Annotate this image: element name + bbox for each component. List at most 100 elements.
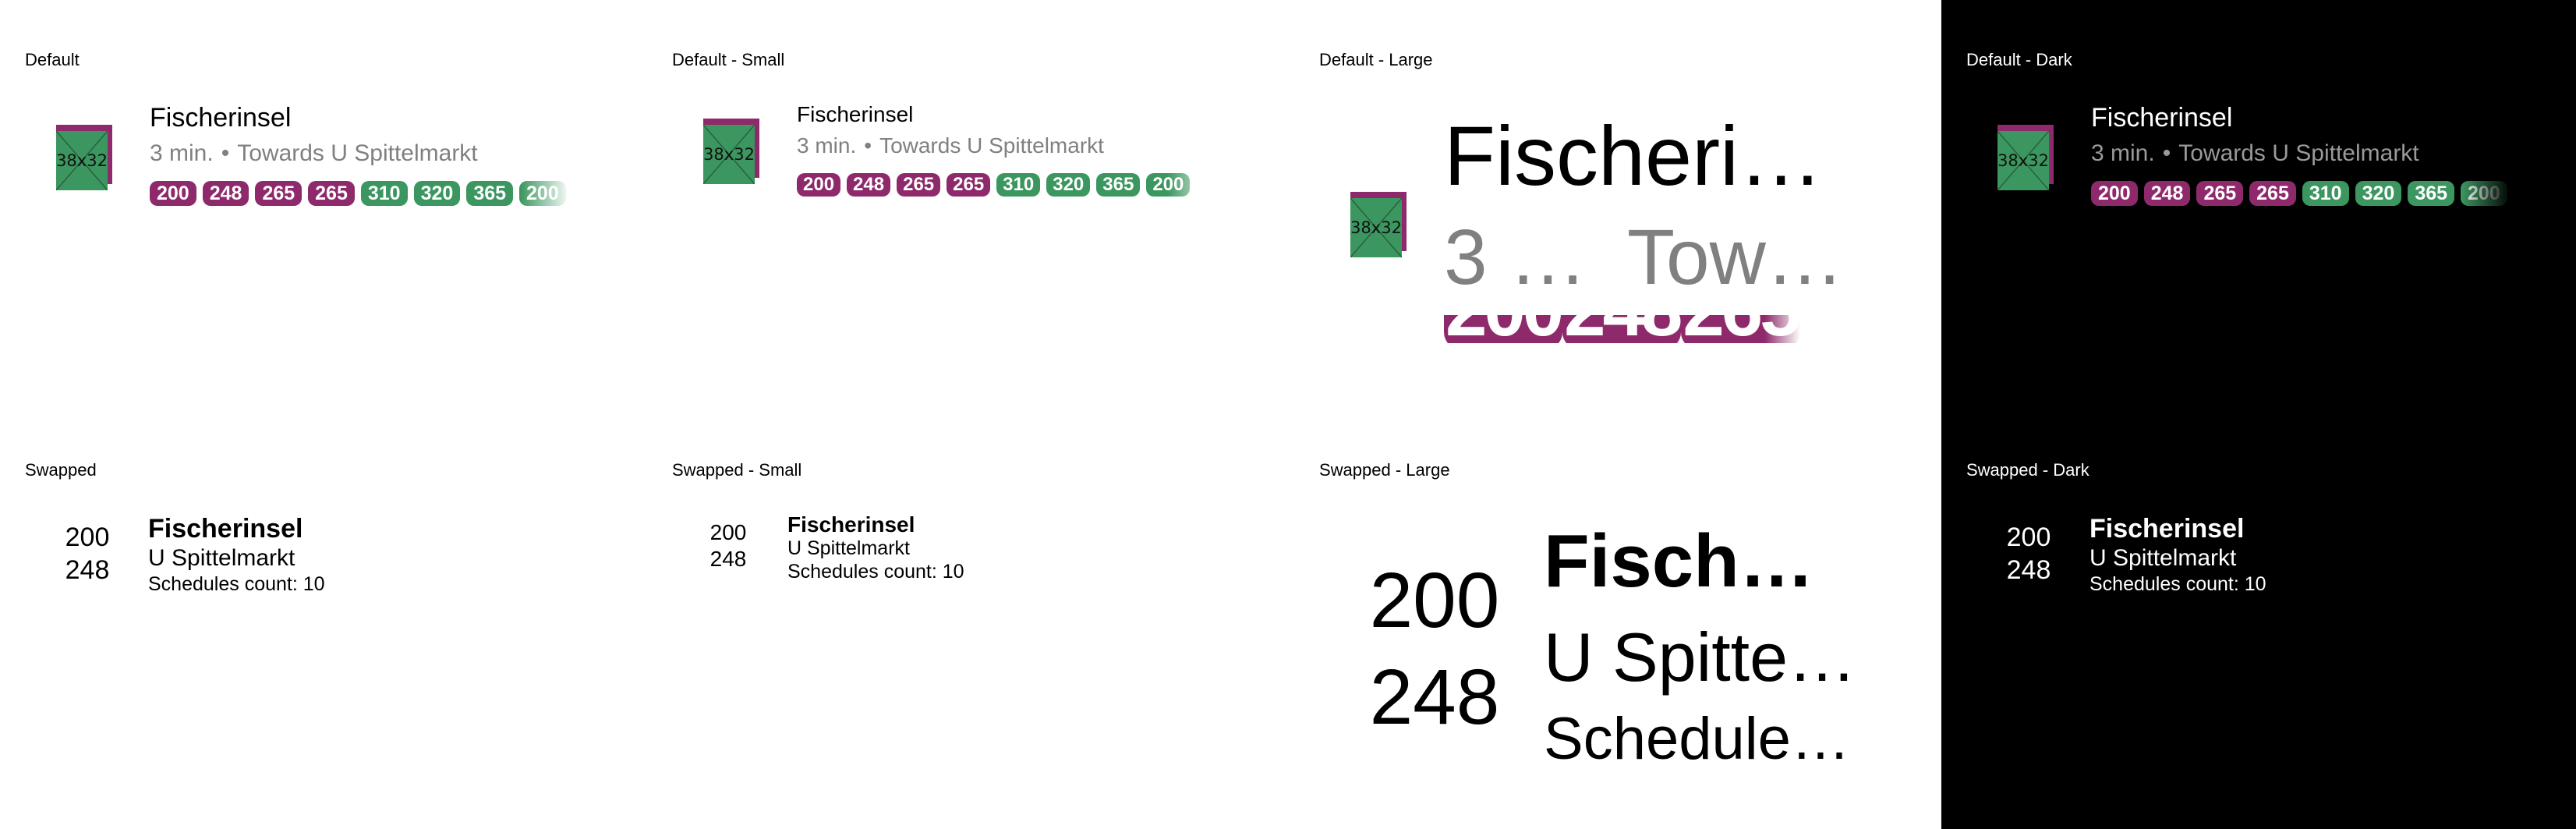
image-placeholder-icon: 38x32 — [1997, 125, 2054, 190]
line-badges: 200 248 265 265 310 320 365 200 — [150, 179, 571, 207]
image-placeholder-icon: 38x32 — [703, 119, 759, 184]
separator-dot: • — [864, 133, 872, 158]
placeholder-size-label: 38x32 — [703, 145, 755, 164]
stop-title: Fischerinsel — [2091, 103, 2233, 133]
image-placeholder-icon: 38x32 — [56, 125, 112, 190]
schedules-count: Schedules count: 10 — [2089, 573, 2266, 595]
line-badge: 265 — [1681, 315, 1802, 343]
line-numbers: 200 248 — [703, 519, 753, 572]
placeholder-front-square: 38x32 — [56, 131, 108, 190]
direction: Towards U Spittelmarkt — [879, 133, 1104, 158]
line-numbers: 200 248 — [1357, 552, 1513, 746]
line-badge: 200 — [2461, 181, 2507, 206]
stop-subtitle: 3 min. • Towards U Spittelmarkt — [150, 139, 478, 168]
stop-title: Fischerinsel — [787, 512, 915, 537]
line-badge: 200 — [1146, 173, 1191, 197]
placeholder-front-square: 38x32 — [1997, 131, 2049, 190]
line-number: 200 — [65, 523, 110, 552]
line-badges: 200248265 — [1444, 315, 1802, 343]
direction: Towards U Spittelmarkt — [2178, 140, 2419, 166]
line-badges: 200 248 265 265 310 320 365 200 — [2091, 179, 2512, 207]
placeholder-size-label: 38x32 — [1350, 218, 1402, 237]
line-badge: 200 — [1444, 315, 1564, 343]
panel-swapped-large: Swapped - Large 200 248 Fischerinsel U S… — [1294, 413, 1941, 829]
line-number: 200 — [1369, 557, 1500, 644]
placeholder-front-square: 38x32 — [703, 125, 755, 184]
schedules-count: Schedules count: 10 — [1544, 706, 1863, 772]
panel-caption: Default - Dark — [1966, 50, 2072, 69]
line-badge: 265 — [897, 173, 941, 197]
line-badge: 320 — [1046, 173, 1091, 197]
stop-subtitle: 3 min.Towards U Spittelmarkt — [1444, 211, 1857, 304]
stop-subtitle: U Spittelmarkt — [787, 537, 910, 559]
panel-default-large: Default - Large 38x32 Fischerinsel 3 min… — [1294, 0, 1941, 413]
line-badge: 310 — [996, 173, 1041, 197]
stop-subtitle: U Spittelmarkt — [1544, 618, 1863, 696]
panel-caption: Swapped - Large — [1319, 460, 1450, 480]
panel-caption: Swapped - Dark — [1966, 460, 2089, 480]
line-badge: 248 — [2143, 181, 2191, 206]
panel-swapped: Swapped 200 248 Fischerinsel U Spittelma… — [0, 413, 647, 829]
placeholder-size-label: 38x32 — [56, 151, 108, 170]
distance: 3 min. — [150, 140, 214, 166]
line-badge: 200 — [150, 181, 196, 206]
image-placeholder-icon: 38x32 — [1350, 192, 1407, 257]
direction: Towards U Spittelmarkt — [1627, 214, 1849, 301]
line-badge: 310 — [2302, 181, 2349, 206]
line-badge: 265 — [2249, 181, 2296, 206]
placeholder-front-square: 38x32 — [1350, 198, 1402, 257]
stop-subtitle: U Spittelmarkt — [2089, 545, 2237, 571]
stop-subtitle: 3 min. • Towards U Spittelmarkt — [2091, 139, 2419, 168]
panel-swapped-dark: Swapped - Dark 200 248 Fischerinsel U Sp… — [1941, 413, 2576, 829]
panel-caption: Default — [25, 50, 80, 69]
stop-title: Fischerinsel — [2089, 514, 2245, 544]
line-badge: 365 — [1096, 173, 1141, 197]
panel-default-dark: Default - Dark 38x32 Fischerinsel 3 min.… — [1941, 0, 2576, 413]
separator-dot: • — [2162, 140, 2171, 166]
line-badge: 265 — [255, 181, 303, 206]
stop-title: Fischerinsel — [150, 103, 292, 133]
schedules-count: Schedules count: 10 — [148, 573, 325, 595]
stop-subtitle: U Spittelmarkt — [148, 545, 295, 571]
panel-default: Default 38x32 Fischerinsel 3 min. • Toward… — [0, 0, 647, 413]
placeholder-size-label: 38x32 — [1997, 151, 2049, 170]
line-number: 248 — [1369, 654, 1500, 741]
line-number: 200 — [2006, 523, 2051, 552]
line-badges: 200 248 265 265 310 320 365 200 — [797, 172, 1218, 198]
stop-title: Fischerinsel — [148, 514, 303, 544]
line-badge: 248 — [202, 181, 249, 206]
line-badge: 320 — [413, 181, 461, 206]
panel-caption: Default - Large — [1319, 50, 1433, 69]
distance: 3 min. — [1444, 214, 1627, 301]
stop-title: Fischerinsel — [1544, 519, 1852, 603]
line-numbers: 200 248 — [56, 521, 119, 586]
line-badge: 310 — [360, 181, 408, 206]
separator-dot: • — [221, 140, 230, 166]
line-badge: 200 — [2091, 181, 2138, 206]
line-number: 248 — [709, 547, 747, 571]
line-badge: 265 — [2196, 181, 2244, 206]
stop-subtitle: 3 min. • Towards U Spittelmarkt — [797, 133, 1104, 159]
panel-caption: Default - Small — [672, 50, 785, 69]
panel-caption: Swapped - Small — [672, 460, 802, 480]
line-badges-clipped: 200248265 — [1444, 315, 1865, 343]
stop-title: Fischerinsel — [797, 102, 914, 126]
line-numbers: 200 248 — [1997, 521, 2060, 586]
line-badge: 248 — [1562, 315, 1683, 343]
line-number: 248 — [65, 555, 110, 585]
schedules-count: Schedules count: 10 — [787, 561, 964, 583]
line-number: 200 — [709, 520, 747, 544]
line-badge: 265 — [947, 173, 991, 197]
line-badge: 200 — [797, 173, 841, 197]
panel-swapped-small: Swapped - Small 200 248 Fischerinsel U S… — [647, 413, 1294, 829]
direction: Towards U Spittelmarkt — [237, 140, 478, 166]
line-badge: 200 — [519, 181, 566, 206]
panel-caption: Swapped — [25, 460, 97, 480]
line-number: 248 — [2006, 555, 2051, 585]
stop-title: Fischerinsel — [1444, 108, 1849, 203]
line-badge: 320 — [2355, 181, 2402, 206]
line-badge: 365 — [466, 181, 514, 206]
distance: 3 min. — [2091, 140, 2155, 166]
distance: 3 min. — [797, 133, 857, 158]
line-badge: 265 — [308, 181, 355, 206]
